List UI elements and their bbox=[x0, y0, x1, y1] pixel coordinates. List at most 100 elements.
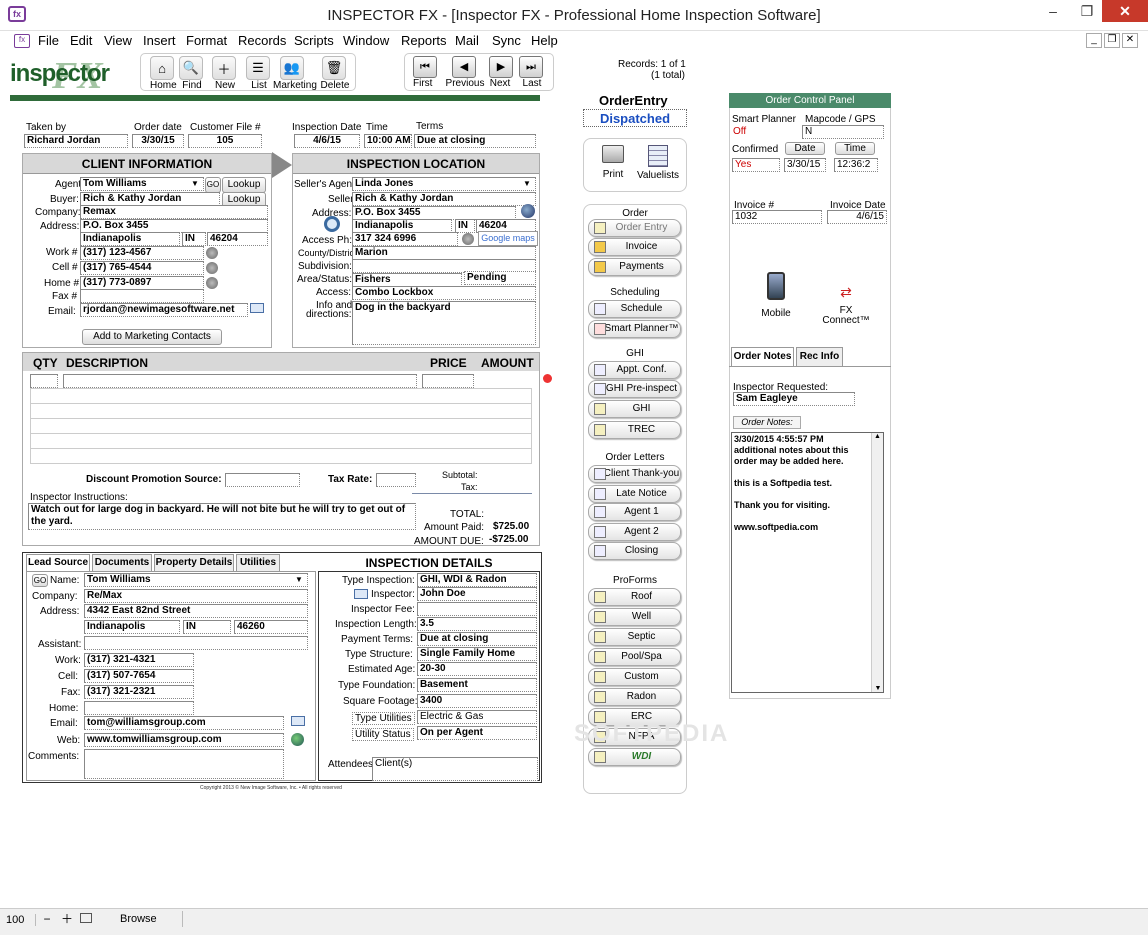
lead-address-field[interactable]: 4342 East 82nd Street bbox=[84, 604, 308, 618]
qty-input[interactable] bbox=[30, 374, 58, 388]
magnifier-map-icon[interactable] bbox=[324, 216, 340, 232]
time-field[interactable]: 10:00 AM bbox=[364, 134, 412, 148]
order-notes-button[interactable]: Order Notes: bbox=[733, 416, 801, 429]
smart-planner-button[interactable]: Smart Planner™ bbox=[588, 320, 681, 338]
access-phone-icon[interactable] bbox=[462, 233, 474, 245]
trec-button[interactable]: TREC bbox=[588, 421, 681, 439]
doc-close-button[interactable]: ✕ bbox=[1122, 33, 1138, 48]
area-field[interactable]: Fishers bbox=[352, 273, 462, 287]
cell-phone-icon[interactable] bbox=[206, 262, 218, 274]
restore-button[interactable]: ❐ bbox=[1070, 0, 1104, 22]
septic-button[interactable]: Septic bbox=[588, 628, 681, 646]
lead-work-field[interactable]: (317) 321-4321 bbox=[84, 653, 194, 667]
square-footage-field[interactable]: 3400 bbox=[417, 694, 537, 708]
fax-field[interactable] bbox=[80, 289, 204, 303]
custom-button[interactable]: Custom bbox=[588, 668, 681, 686]
print-button[interactable]: Print bbox=[596, 145, 630, 180]
lead-cell-field[interactable]: (317) 507-7654 bbox=[84, 669, 194, 683]
agent-dropdown-icon[interactable]: ▼ bbox=[191, 179, 199, 188]
type-structure-field[interactable]: Single Family Home bbox=[417, 647, 537, 661]
type-utilities-field[interactable]: Electric & Gas bbox=[417, 710, 537, 724]
confirmed-time-field[interactable]: 12:36:2 bbox=[834, 158, 878, 172]
inspection-length-field[interactable]: 3.5 bbox=[417, 617, 537, 631]
first-button[interactable]: ⏮ First bbox=[413, 56, 443, 89]
type-inspection-field[interactable]: GHI, WDI & Radon bbox=[417, 573, 537, 587]
menu-records[interactable]: Records bbox=[238, 33, 286, 48]
confirmed-date-field[interactable]: 3/30/15 bbox=[784, 158, 826, 172]
globe-icon[interactable] bbox=[521, 204, 535, 218]
scroll-up-icon[interactable]: ▲ bbox=[872, 433, 883, 440]
seller-agent-field[interactable]: Linda Jones bbox=[352, 177, 536, 191]
work-phone-field[interactable]: (317) 123-4567 bbox=[80, 246, 204, 260]
order-notes-textarea[interactable]: 3/30/2015 4:55:57 PM additional notes ab… bbox=[731, 432, 884, 693]
mobile-button[interactable]: Mobile bbox=[752, 272, 800, 319]
delete-button[interactable]: 🗑 Delete bbox=[320, 56, 350, 91]
directions-field[interactable]: Dog in the backyard bbox=[352, 301, 536, 345]
marketing-button[interactable]: 👥 Marketing bbox=[273, 56, 317, 91]
agent-lookup-button[interactable]: Lookup bbox=[222, 177, 266, 193]
confirm-date-button[interactable]: Date bbox=[785, 142, 825, 155]
zoom-out-icon[interactable]: − bbox=[40, 912, 54, 926]
tab-documents[interactable]: Documents bbox=[92, 554, 152, 572]
agent-2-button[interactable]: Agent 2 bbox=[588, 523, 681, 541]
email-icon[interactable] bbox=[250, 303, 264, 313]
lead-company-field[interactable]: Re/Max bbox=[84, 589, 308, 603]
scroll-down-icon[interactable]: ▼ bbox=[872, 685, 884, 692]
estimated-age-field[interactable]: 20-30 bbox=[417, 662, 537, 676]
discount-field[interactable] bbox=[225, 473, 300, 487]
menu-insert[interactable]: Insert bbox=[143, 33, 176, 48]
access-field[interactable]: Combo Lockbox bbox=[352, 286, 536, 300]
radon-button[interactable]: Radon bbox=[588, 688, 681, 706]
seller-field[interactable]: Rich & Kathy Jordan bbox=[352, 192, 536, 206]
location-address-field[interactable]: P.O. Box 3455 bbox=[352, 206, 516, 220]
lead-name-dropdown-icon[interactable]: ▼ bbox=[295, 575, 303, 584]
lead-web-field[interactable]: www.tomwilliamsgroup.com bbox=[84, 733, 284, 747]
city-field[interactable]: Indianapolis bbox=[80, 232, 180, 246]
type-foundation-field[interactable]: Basement bbox=[417, 678, 537, 692]
county-field[interactable]: Marion bbox=[352, 246, 536, 260]
home-button[interactable]: ⌂ Home bbox=[150, 56, 177, 91]
client-thankyou-button[interactable]: Client Thank-you bbox=[588, 465, 681, 483]
status-field[interactable]: Pending bbox=[464, 271, 536, 285]
state-field[interactable]: IN bbox=[182, 232, 206, 246]
lead-state-field[interactable]: IN bbox=[183, 620, 231, 634]
agent-1-button[interactable]: Agent 1 bbox=[588, 503, 681, 521]
agent-field[interactable]: Tom Williams bbox=[80, 177, 204, 191]
notes-scrollbar[interactable]: ▲ ▼ bbox=[871, 433, 883, 692]
close-button[interactable]: ✕ bbox=[1102, 0, 1148, 22]
menu-help[interactable]: Help bbox=[531, 33, 558, 48]
minimize-button[interactable]: – bbox=[1036, 0, 1070, 22]
ghi-pre-inspect-button[interactable]: GHI Pre-inspect bbox=[588, 380, 681, 398]
payments-button[interactable]: Payments bbox=[588, 258, 681, 276]
inspector-field[interactable]: John Doe bbox=[417, 587, 537, 601]
pool-spa-button[interactable]: Pool/Spa bbox=[588, 648, 681, 666]
tab-order-notes[interactable]: Order Notes bbox=[731, 347, 794, 366]
new-button[interactable]: ＋ New bbox=[212, 56, 238, 91]
find-button[interactable]: 🔍 Find bbox=[179, 56, 205, 91]
company-field[interactable]: Remax bbox=[80, 205, 268, 219]
schedule-button[interactable]: Schedule bbox=[588, 300, 681, 318]
work-phone-icon[interactable] bbox=[206, 247, 218, 259]
roof-button[interactable]: Roof bbox=[588, 588, 681, 606]
lead-fax-field[interactable]: (317) 321-2321 bbox=[84, 685, 194, 699]
menu-sync[interactable]: Sync bbox=[492, 33, 521, 48]
menu-edit[interactable]: Edit bbox=[70, 33, 92, 48]
lead-home-field[interactable] bbox=[84, 701, 194, 715]
price-input[interactable] bbox=[422, 374, 474, 388]
tab-property-details[interactable]: Property Details bbox=[154, 554, 234, 572]
email-field[interactable]: rjordan@newimagesoftware.net bbox=[80, 303, 248, 317]
inspector-email-icon[interactable] bbox=[354, 589, 368, 599]
cell-phone-field[interactable]: (317) 765-4544 bbox=[80, 261, 204, 275]
appt-conf-button[interactable]: Appt. Conf. bbox=[588, 361, 681, 379]
last-button[interactable]: ⏭ Last bbox=[517, 56, 547, 89]
home-phone-field[interactable]: (317) 773-0897 bbox=[80, 276, 204, 290]
inspector-fee-field[interactable] bbox=[417, 602, 537, 616]
order-date-field[interactable]: 3/30/15 bbox=[132, 134, 184, 148]
payment-terms-field[interactable]: Due at closing bbox=[417, 632, 537, 646]
tab-utilities[interactable]: Utilities bbox=[236, 554, 280, 572]
lead-email-field[interactable]: tom@williamsgroup.com bbox=[84, 716, 284, 730]
lead-comments-field[interactable] bbox=[84, 749, 284, 779]
valuelists-button[interactable]: Valuelists bbox=[636, 145, 680, 181]
tax-rate-field[interactable] bbox=[376, 473, 416, 487]
menu-window[interactable]: Window bbox=[343, 33, 389, 48]
